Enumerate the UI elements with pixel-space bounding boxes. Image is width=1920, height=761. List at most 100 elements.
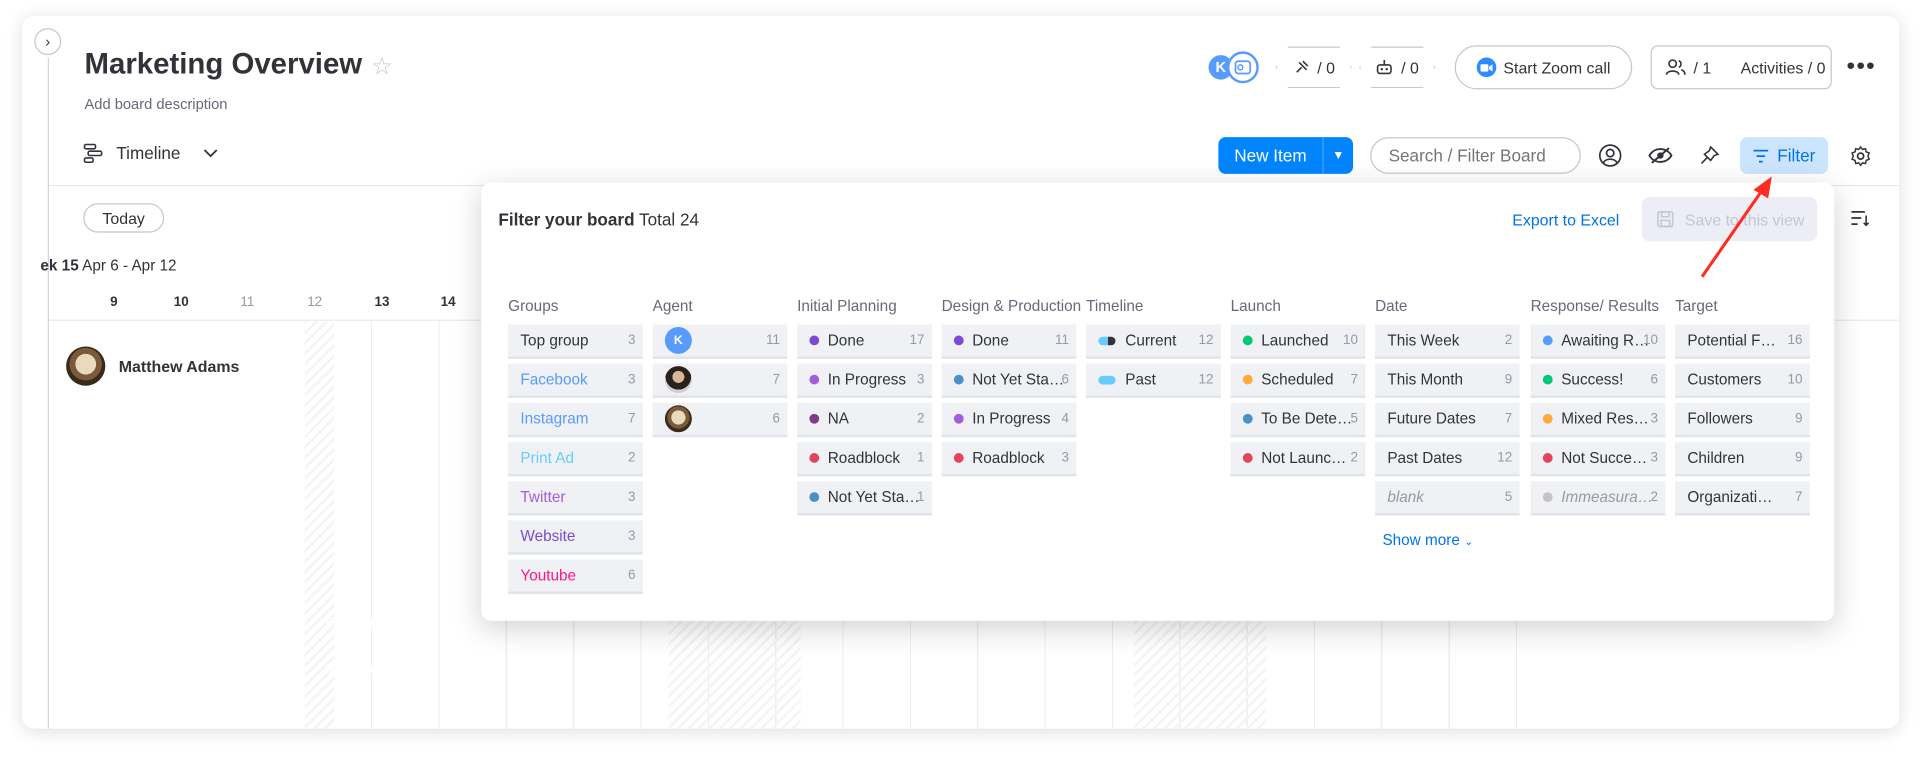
filter-option[interactable]: Future Dates 7 — [1375, 402, 1520, 438]
new-item-button[interactable]: New Item ▼ — [1218, 137, 1354, 174]
expand-sidebar-button[interactable]: › — [34, 28, 62, 56]
favorite-star-icon[interactable]: ☆ — [371, 51, 393, 82]
filter-option-label: Not Successful — [1561, 449, 1655, 467]
filter-option[interactable]: Done 17 — [797, 324, 932, 359]
zoom-call-button[interactable]: Start Zoom call — [1454, 45, 1633, 90]
filter-option-count: 2 — [1350, 450, 1358, 466]
filter-option-count: 3 — [1650, 450, 1658, 466]
gear-icon[interactable] — [1847, 142, 1874, 169]
filter-option-count: 2 — [916, 411, 925, 427]
export-excel-link[interactable]: Export to Excel — [1512, 211, 1619, 229]
eye-hidden-icon[interactable] — [1647, 142, 1674, 169]
filter-option-label: In Progress — [972, 410, 1051, 428]
filter-option[interactable]: Roadblock 1 — [797, 442, 932, 477]
filter-option[interactable]: Success! 6 — [1530, 363, 1666, 398]
filter-option[interactable]: Top group 3 — [508, 324, 643, 359]
filter-option[interactable]: Past 12 — [1086, 363, 1221, 398]
filter-option[interactable]: 6 — [652, 402, 788, 438]
filter-option-label: Children — [1687, 449, 1745, 467]
activities-label[interactable]: Activities / 0 — [1741, 58, 1826, 76]
filter-option[interactable]: Not Launched 2 — [1230, 442, 1366, 477]
board-title[interactable]: Marketing Overview — [84, 48, 362, 82]
filter-option[interactable]: Print Ad 2 — [508, 442, 643, 477]
filter-option-count: 17 — [909, 333, 925, 348]
filter-option[interactable]: Not Yet Started 6 — [941, 363, 1077, 398]
timeline-view-icon — [83, 143, 103, 164]
chevron-down-icon — [204, 149, 218, 158]
filter-option-count: 16 — [1787, 333, 1803, 348]
pin-icon[interactable] — [1696, 142, 1723, 169]
filter-option-label: Followers — [1687, 410, 1753, 428]
filter-column: Target Potential Followers 16 Customers 10 Fo… — [1675, 298, 1810, 516]
filter-option-label: Organizations — [1687, 488, 1781, 506]
filter-option[interactable]: 7 — [652, 363, 788, 398]
filter-option[interactable]: To Be Determined5 — [1230, 402, 1366, 438]
filter-option[interactable]: Mixed Results 3 — [1530, 402, 1666, 438]
filter-option[interactable]: This Month 9 — [1375, 363, 1520, 398]
search-input[interactable] — [1370, 137, 1581, 174]
filter-option[interactable]: blank 5 — [1375, 481, 1520, 516]
members-activity-button[interactable]: / 1 Activities / 0 — [1650, 45, 1832, 90]
members-count: / 1 — [1693, 58, 1712, 77]
filter-option[interactable]: Instagram 7 — [508, 402, 643, 438]
filter-option[interactable]: Launched 10 — [1230, 324, 1366, 359]
show-more-link[interactable]: Show more ⌄ — [1382, 531, 1473, 548]
filter-option[interactable]: Youtube 6 — [508, 559, 643, 594]
status-dot-icon — [1242, 374, 1253, 385]
filter-option-label: Success! — [1561, 371, 1624, 389]
view-name: Timeline — [116, 143, 181, 163]
today-button[interactable]: Today — [83, 203, 165, 233]
filter-option[interactable]: Potential Followers 16 — [1675, 324, 1810, 359]
filter-option[interactable]: Past Dates 12 — [1375, 442, 1520, 477]
filter-option[interactable]: Immeasurable 2 — [1530, 481, 1666, 516]
board-description[interactable]: Add board description — [84, 96, 227, 113]
filter-option[interactable]: Current 12 — [1086, 324, 1221, 359]
filter-option[interactable]: K 11 — [652, 324, 788, 359]
filter-option[interactable]: Not Successful 3 — [1530, 442, 1666, 477]
filter-column-header: Design & Production — [941, 297, 1082, 315]
filter-option[interactable]: Organizations 7 — [1675, 481, 1810, 516]
filter-option[interactable]: Facebook 3 — [508, 363, 643, 398]
status-dot-icon — [809, 453, 820, 463]
filter-option[interactable]: In Progress 4 — [941, 402, 1077, 438]
filter-option[interactable]: In Progress 3 — [797, 363, 932, 398]
filter-option[interactable]: Twitter 3 — [508, 481, 643, 516]
chevron-down-icon[interactable]: ▼ — [1324, 149, 1353, 162]
filter-option-count: 12 — [1497, 450, 1513, 466]
filter-option[interactable]: NA 2 — [797, 402, 932, 438]
filter-button[interactable]: Filter — [1740, 137, 1829, 174]
zoom-call-label: Start Zoom call — [1503, 58, 1611, 77]
new-item-label[interactable]: New Item — [1218, 137, 1324, 174]
filter-option-label: Facebook — [520, 371, 588, 389]
guest-avatar-icon[interactable] — [1226, 51, 1259, 84]
filter-option-label: Done — [972, 331, 1009, 349]
filter-option-count: 12 — [1198, 333, 1214, 348]
filter-option[interactable]: Followers 9 — [1675, 402, 1810, 438]
filter-column: Response/ Results Awaiting Results10 Succe… — [1530, 298, 1666, 516]
person-filter-icon[interactable] — [1597, 142, 1624, 169]
more-dots-icon[interactable]: ••• — [1847, 53, 1876, 81]
filter-option[interactable]: Not Yet Started 1 — [797, 481, 932, 516]
filter-option-label: Past — [1125, 371, 1156, 389]
filter-option[interactable]: Done 11 — [941, 324, 1077, 359]
filter-column: Launch Launched 10 Scheduled 7 To Be Determin… — [1230, 298, 1366, 477]
filter-option[interactable]: Website 3 — [508, 520, 643, 555]
filter-option[interactable]: Customers 10 — [1675, 363, 1810, 398]
filter-option[interactable]: Children 9 — [1675, 442, 1810, 477]
filter-option[interactable]: This Week 2 — [1375, 324, 1520, 359]
filter-option[interactable]: Roadblock 3 — [941, 442, 1077, 477]
integrations-button[interactable]: / 0 — [1276, 47, 1352, 89]
filter-option[interactable]: Scheduled 7 — [1230, 363, 1366, 398]
filter-option-count: 7 — [1504, 411, 1513, 427]
filter-option-count: 3 — [628, 528, 636, 544]
filter-option-count: 7 — [1794, 489, 1803, 505]
filter-option-count: 3 — [1650, 411, 1658, 427]
filter-option-label: Not Yet Started — [972, 371, 1066, 389]
automations-button[interactable]: / 0 — [1359, 47, 1435, 89]
filter-option[interactable]: Awaiting Results10 — [1530, 324, 1666, 359]
sort-icon[interactable] — [1847, 204, 1874, 231]
view-selector[interactable]: Timeline — [83, 142, 218, 164]
filter-option-label: Top group — [520, 331, 589, 349]
filter-option-count: 11 — [766, 333, 781, 348]
timeline-bar[interactable]: Macaron Launch — [305, 653, 1525, 687]
